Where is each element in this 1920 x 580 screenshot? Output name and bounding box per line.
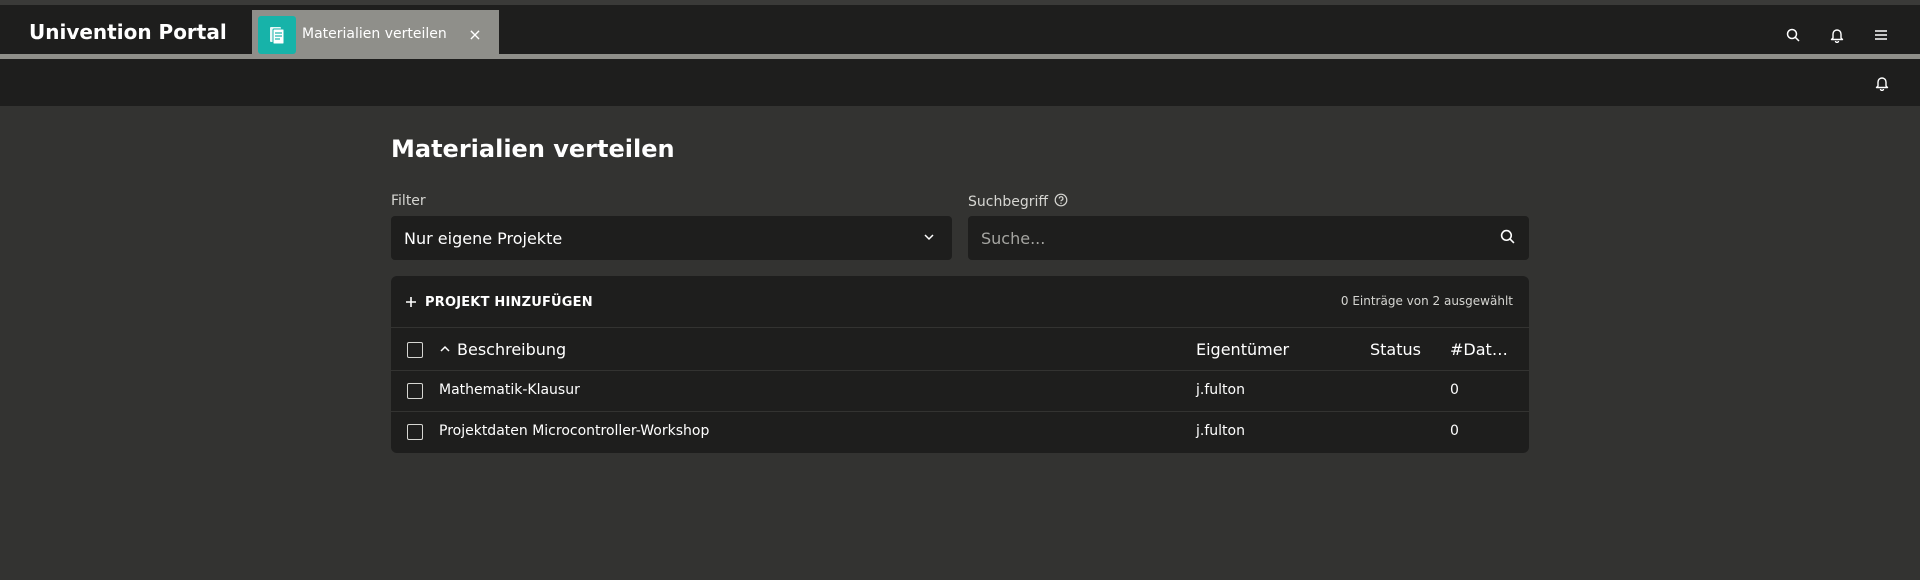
cell-files: 0 [1450, 423, 1459, 439]
chevron-down-icon [922, 229, 936, 248]
search-label: Suchbegriff [968, 193, 1068, 211]
cell-owner: j.fulton [1196, 423, 1245, 439]
cell-files: 0 [1450, 382, 1459, 398]
search-label-text: Suchbegriff [968, 194, 1049, 210]
cell-description: Projektdaten Microcontroller-Workshop [439, 423, 710, 439]
help-icon[interactable] [1054, 193, 1068, 211]
portal-header: Univention Portal Materialien verteilen … [0, 5, 1920, 59]
project-grid: PROJEKT HINZUFÜGEN 0 Einträge von 2 ausg… [391, 276, 1529, 453]
notification-bar [0, 59, 1920, 106]
menu-icon[interactable] [1859, 10, 1903, 59]
row-checkbox[interactable] [407, 424, 423, 440]
search-field [968, 216, 1529, 260]
cell-owner: j.fulton [1196, 382, 1245, 398]
column-header-description[interactable]: Beschreibung [439, 340, 566, 359]
filter-label-text: Filter [391, 193, 426, 209]
column-header-status[interactable]: Status [1370, 340, 1421, 359]
chevron-up-icon [439, 340, 451, 359]
select-all-checkbox[interactable] [407, 342, 423, 358]
search-input[interactable] [968, 216, 1478, 260]
plus-icon [405, 292, 417, 313]
search-icon[interactable] [1500, 229, 1515, 248]
add-project-label: PROJEKT HINZUFÜGEN [425, 294, 593, 310]
portal-title[interactable]: Univention Portal [29, 20, 227, 44]
add-project-button[interactable]: PROJEKT HINZUFÜGEN [405, 288, 593, 316]
tab-label: Materialien verteilen [302, 26, 447, 42]
close-icon[interactable]: × [461, 20, 489, 48]
filter-select[interactable]: Nur eigene Projekte [391, 216, 952, 260]
cell-description: Mathematik-Klausur [439, 382, 580, 398]
column-header-files[interactable]: #Date... [1450, 340, 1510, 359]
search-icon[interactable] [1771, 10, 1815, 59]
table-row[interactable]: Mathematik-Klausur j.fulton 0 [391, 371, 1529, 412]
bell-icon[interactable] [1815, 10, 1859, 59]
column-header-description-label: Beschreibung [457, 340, 567, 359]
selection-count: 0 Einträge von 2 ausgewählt [1340, 294, 1513, 308]
page-title: Materialien verteilen [391, 135, 675, 163]
row-checkbox[interactable] [407, 383, 423, 399]
table-row[interactable]: Projektdaten Microcontroller-Workshop j.… [391, 412, 1529, 453]
filter-value: Nur eigene Projekte [404, 228, 563, 248]
grid-toolbar: PROJEKT HINZUFÜGEN 0 Einträge von 2 ausg… [391, 276, 1529, 328]
filter-label: Filter [391, 193, 426, 209]
column-header-owner[interactable]: Eigentümer [1196, 340, 1289, 359]
tab-materialien-verteilen[interactable]: Materialien verteilen × [252, 10, 499, 59]
bell-icon[interactable] [1860, 59, 1904, 106]
file-icon [258, 16, 296, 54]
table-header: Beschreibung Eigentümer Status #Date... [391, 328, 1529, 371]
